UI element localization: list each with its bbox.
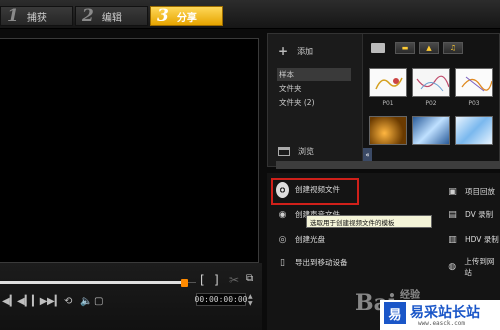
- step-label: 捕获: [26, 12, 47, 24]
- thumbnail-clip-2[interactable]: [412, 116, 450, 145]
- step-number: 1: [7, 6, 19, 26]
- tooltip: 选取用于创建视频文件的模板: [306, 215, 432, 228]
- create-disc-button[interactable]: ◎ 创建光盘: [276, 233, 325, 246]
- thumbnail-clip-1[interactable]: [369, 116, 407, 145]
- workflow-step-bar: 1 捕获 2 编辑 3 分享: [0, 0, 500, 29]
- thumbnail-image: [461, 76, 492, 92]
- scrubber-handle[interactable]: [181, 279, 188, 287]
- step-share-tab[interactable]: 3 分享: [150, 6, 223, 26]
- site-url: www.easck.com: [418, 320, 465, 327]
- jingyan-watermark: 经验: [400, 290, 420, 301]
- step-edit-tab[interactable]: 2 编辑: [75, 6, 148, 26]
- next-frame-icon[interactable]: ▎▶: [32, 296, 47, 307]
- timecode-spinner[interactable]: ▲ ▼: [248, 293, 253, 307]
- thumbnail-p02[interactable]: [412, 68, 450, 97]
- folder-item-folder[interactable]: 文件夹: [277, 82, 351, 95]
- highlight-box: [271, 178, 359, 205]
- playback-icon: ▣: [448, 186, 457, 197]
- video-filter-icon[interactable]: ▬: [395, 42, 415, 54]
- plus-icon: +: [278, 44, 289, 58]
- step-capture-tab[interactable]: 1 捕获: [0, 6, 73, 26]
- library-toolbar: ▬ ▲ ♫: [371, 42, 463, 54]
- browse-icon: [278, 147, 290, 156]
- dv-record-label: DV 录制: [465, 210, 494, 219]
- cut-icon[interactable]: ✂: [229, 273, 239, 287]
- folder-item-samples[interactable]: 样本: [277, 68, 351, 81]
- hdv-camera-icon: ▥: [448, 234, 457, 245]
- library-folder-list: + 添加 样本 文件夹 文件夹 (2) 浏览: [268, 34, 363, 166]
- thumbnail-image: [375, 77, 403, 90]
- site-name: 易采站长站: [410, 305, 480, 321]
- image-filter-icon[interactable]: ▲: [419, 42, 439, 54]
- skip-start-icon[interactable]: ◀▎: [2, 296, 17, 307]
- audio-filter-icon[interactable]: ♫: [443, 42, 463, 54]
- step-number: 3: [157, 6, 169, 26]
- step-label: 分享: [176, 12, 197, 24]
- thumbnail-image: [416, 75, 449, 92]
- export-mobile-button[interactable]: ▯ 导出到移动设备: [276, 256, 348, 269]
- project-playback-label: 项目回放: [465, 187, 495, 196]
- mark-out-button[interactable]: ]: [214, 273, 219, 287]
- collapse-library-button[interactable]: «: [363, 148, 372, 161]
- previous-frame-icon[interactable]: ◀▎: [17, 296, 32, 307]
- site-watermark: 易 易采站长站 www.easck.com: [380, 300, 500, 330]
- library-scrollbar[interactable]: [276, 161, 500, 169]
- thumbnail-label: P02: [425, 100, 437, 107]
- thumbnail-clip-3[interactable]: [455, 116, 493, 145]
- upload-web-label: 上传到网站: [464, 257, 495, 277]
- audio-disc-icon: ◉: [278, 209, 287, 220]
- enlarge-icon[interactable]: ⧉: [246, 273, 253, 284]
- thumbnail-label: P01: [382, 100, 394, 107]
- create-disc-label: 创建光盘: [295, 235, 325, 244]
- volume-icon[interactable]: 🔈: [80, 296, 92, 307]
- thumbnail-p03[interactable]: [455, 68, 493, 97]
- folder-icon[interactable]: [371, 43, 385, 53]
- browse-button[interactable]: 浏览: [278, 146, 314, 157]
- globe-icon: ◍: [448, 262, 457, 272]
- add-label: 添加: [297, 46, 314, 56]
- timecode-display[interactable]: 00:00:00:00: [195, 293, 248, 306]
- upload-web-button[interactable]: ◍ 上传到网站: [446, 256, 500, 278]
- thumbnail-p01[interactable]: [369, 68, 407, 97]
- mark-in-button[interactable]: [: [200, 273, 205, 287]
- scrubber-track[interactable]: [0, 281, 183, 284]
- hdv-record-label: HDV 录制: [465, 235, 499, 244]
- mobile-device-icon: ▯: [280, 257, 285, 268]
- project-playback-button[interactable]: ▣ 项目回放: [446, 185, 495, 198]
- add-folder-button[interactable]: + 添加: [278, 44, 313, 58]
- scrubber-remainder: [188, 282, 196, 283]
- dv-camera-icon: ▤: [448, 209, 457, 220]
- thumbnail-label: P03: [468, 100, 480, 107]
- hdv-record-button[interactable]: ▥ HDV 录制: [446, 233, 499, 246]
- export-mobile-label: 导出到移动设备: [295, 258, 348, 267]
- skip-end-icon[interactable]: ▶▎: [47, 296, 62, 307]
- fullscreen-icon[interactable]: ▢: [94, 296, 103, 307]
- dv-record-button[interactable]: ▤ DV 录制: [446, 208, 493, 221]
- folder-item-folder-2[interactable]: 文件夹 (2): [277, 96, 351, 109]
- repeat-icon[interactable]: ⟲: [64, 296, 72, 307]
- browse-label: 浏览: [298, 147, 314, 156]
- preview-window: [0, 38, 259, 263]
- step-label: 编辑: [101, 12, 122, 24]
- site-logo-icon: 易: [384, 302, 406, 324]
- step-number: 2: [82, 6, 94, 26]
- disc-icon: ◎: [278, 234, 287, 245]
